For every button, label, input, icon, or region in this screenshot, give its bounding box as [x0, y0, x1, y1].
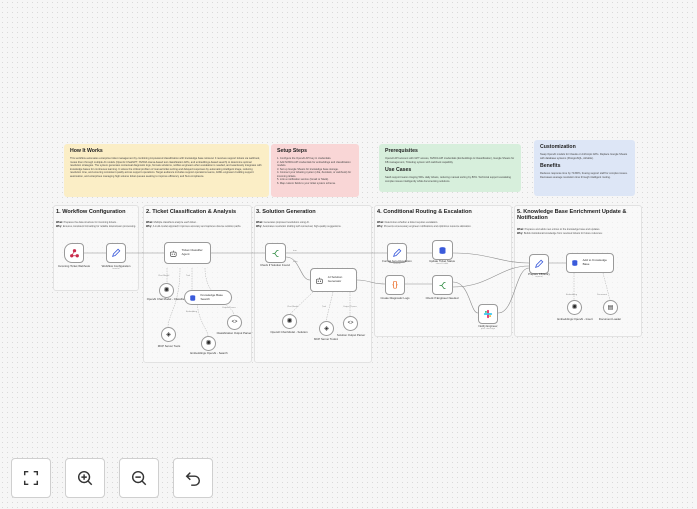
check-if-engineer-needed-node[interactable]	[432, 275, 453, 295]
ticket-classifier-agent-node[interactable]: Ticket Classifier Agent	[164, 242, 211, 264]
node-label: OpenAI Chat Model - Classifier	[146, 297, 186, 301]
wire-ai-to-logs	[356, 279, 386, 285]
mcp-icon: ◈	[166, 331, 171, 338]
embeddings-openai-insert-node[interactable]: ✺	[567, 300, 582, 315]
incoming-ticket-webhook-node[interactable]	[64, 243, 84, 263]
zoom-out-icon	[131, 470, 147, 486]
node-label: Classification Output Parser	[216, 331, 252, 335]
port-label-embedding: Embedding	[186, 311, 198, 313]
node-label: Notify Engineer post: message	[478, 324, 498, 331]
add-to-knowledge-base-node[interactable]: Add to Knowledge Base	[566, 253, 614, 273]
port-label-tool: Tool	[186, 275, 191, 277]
node-label: MCP Server Tools1	[314, 337, 338, 341]
zoom-in-icon	[77, 470, 93, 486]
openai-icon: ✺	[163, 287, 170, 294]
port-label-output-parser: Output Parser	[343, 305, 357, 308]
wire-check-false-to-ai	[285, 256, 311, 281]
database-icon	[190, 294, 196, 301]
webhook-icon	[69, 248, 79, 257]
port-label-false: false	[293, 261, 298, 263]
openai-icon: ✺	[205, 340, 212, 347]
node-label: Create Diagnostic Logs	[380, 296, 410, 300]
openai-icon: ✺	[571, 304, 578, 311]
mcp-server-tools-node[interactable]: ◈	[161, 327, 176, 342]
node-title: Knowledge Base Search	[200, 292, 223, 301]
ai-solution-generator-node[interactable]: AI Solution Generator	[310, 268, 357, 292]
openai-classifier-node[interactable]: ✺	[159, 283, 174, 298]
node-label: OpenAI Chat Model - Solution	[270, 330, 308, 334]
fit-view-icon	[23, 470, 39, 486]
node-title: AI Solution Generator	[327, 275, 343, 283]
port-label-true: true	[293, 249, 298, 252]
document-icon: ▤	[607, 304, 614, 311]
wire-chat-model-solution	[289, 291, 314, 315]
zoom-in-button[interactable]	[65, 458, 105, 498]
pencil-icon	[112, 248, 121, 257]
undo-icon	[185, 472, 201, 486]
database-icon	[439, 246, 446, 254]
node-label: Solution Output Parser	[336, 333, 366, 337]
branch-icon	[272, 249, 279, 257]
wire-mcp-solution	[325, 291, 334, 322]
node-title: Add to Knowledge Base	[582, 258, 607, 266]
port-label-embedding: Embedding	[566, 294, 578, 296]
database-icon	[572, 260, 578, 266]
robot-icon	[316, 277, 323, 284]
create-diagnostic-logs-node[interactable]: {}	[385, 275, 405, 295]
node-label: Workflow Configuration manual	[101, 264, 131, 271]
undo-button[interactable]	[173, 458, 213, 498]
code-icon: {}	[392, 280, 398, 289]
openai-icon: ✺	[286, 318, 293, 325]
node-title: Ticket Classifier Agent	[181, 248, 203, 256]
slack-icon	[483, 309, 493, 319]
node-label: Check If Solution Found	[260, 263, 290, 267]
wire-check-engineer-to-prepare	[452, 265, 530, 288]
solution-output-parser-node[interactable]: <>	[343, 316, 358, 331]
port-label-chat-model: Chat Model	[287, 305, 299, 308]
port-label-chat-model: Chat Model	[158, 274, 170, 277]
braces-icon: <>	[347, 320, 354, 326]
node-label: Prepare KB Entry manual	[528, 272, 550, 279]
braces-icon: <>	[231, 319, 238, 325]
notify-engineer-node[interactable]	[478, 304, 498, 324]
embeddings-openai-search-node[interactable]: ✺	[201, 336, 216, 351]
openai-chat-solution-node[interactable]: ✺	[282, 314, 297, 329]
prepare-kb-entry-node[interactable]	[529, 254, 549, 274]
node-label: Embeddings OpenAI - Insert	[557, 317, 593, 321]
node-label: Incoming Ticket Webhook	[58, 264, 90, 268]
port-label-tool: Tool	[322, 306, 327, 308]
update-ticket-status-node[interactable]	[432, 240, 453, 260]
node-label: Document Loader	[598, 317, 622, 321]
document-loader-node[interactable]: ▤	[603, 300, 618, 315]
classification-output-parser-node[interactable]: <>	[227, 315, 242, 330]
node-label: Embeddings OpenAI - Search	[190, 351, 228, 355]
branch-icon	[439, 281, 446, 289]
node-label: Check If Engineer Needed	[425, 296, 459, 300]
pencil-icon	[535, 259, 544, 268]
robot-icon	[170, 250, 177, 257]
wire-update-to-prepare	[452, 252, 530, 264]
node-label: Update Ticket Status search: table	[429, 259, 455, 266]
check-if-solution-found-node[interactable]	[265, 243, 286, 263]
pencil-icon	[393, 248, 402, 257]
node-label: MCP Server Tools	[157, 344, 181, 348]
knowledge-base-search-node[interactable]: Knowledge Base Search	[184, 290, 232, 305]
port-label-output-parser: Output Parser	[222, 306, 236, 309]
workflow-configuration-node[interactable]	[106, 243, 126, 263]
port-label-document: Document	[597, 293, 607, 296]
zoom-out-button[interactable]	[119, 458, 159, 498]
fit-view-button[interactable]	[11, 458, 51, 498]
node-label: Format Auto-Resolution manual	[382, 259, 412, 266]
mcp-icon: ◈	[324, 325, 329, 332]
